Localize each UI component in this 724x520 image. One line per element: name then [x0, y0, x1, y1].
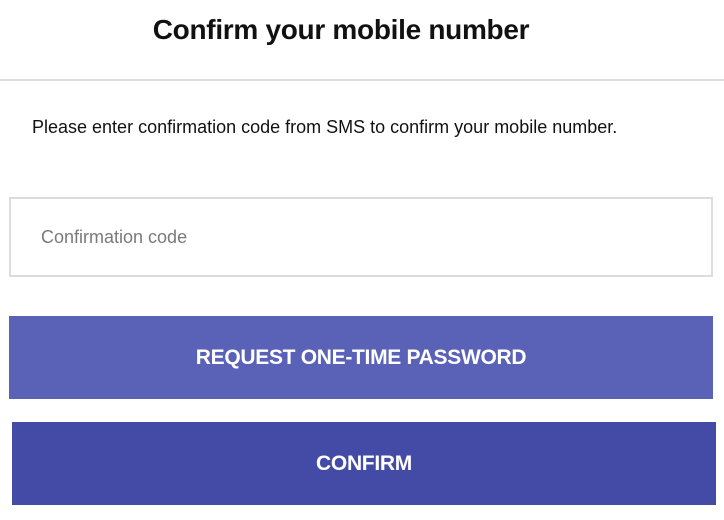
- dialog-header: Confirm your mobile number: [0, 0, 724, 81]
- confirmation-code-input[interactable]: [9, 197, 713, 277]
- dialog-title: Confirm your mobile number: [152, 14, 530, 45]
- confirm-button[interactable]: CONFIRM: [12, 422, 716, 505]
- confirm-mobile-dialog: Confirm your mobile number Please enter …: [0, 0, 724, 520]
- request-one-time-password-button[interactable]: REQUEST ONE-TIME PASSWORD: [9, 316, 713, 399]
- instruction-text: Please enter confirmation code from SMS …: [32, 117, 618, 137]
